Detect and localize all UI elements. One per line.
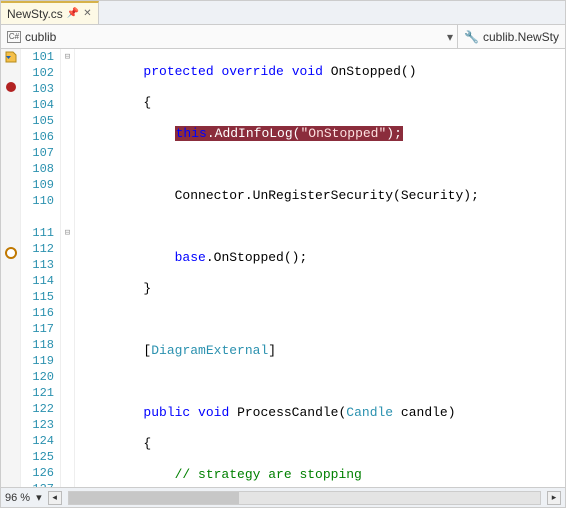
scroll-right-button[interactable]: ▸ bbox=[547, 491, 561, 505]
line-number: 103 bbox=[21, 81, 54, 97]
tab-filename: NewSty.cs bbox=[7, 7, 63, 21]
line-number: 104 bbox=[21, 97, 54, 113]
line-number: 115 bbox=[21, 289, 54, 305]
line-number: 122 bbox=[21, 401, 54, 417]
line-number: 101 bbox=[21, 49, 54, 65]
fold-margin: ⊟ ⊟ bbox=[61, 49, 75, 487]
code-content[interactable]: protected override void OnStopped() { th… bbox=[75, 49, 565, 487]
file-tab[interactable]: NewSty.cs 📌 ✕ bbox=[1, 1, 99, 24]
line-number: 124 bbox=[21, 433, 54, 449]
line-number: 125 bbox=[21, 449, 54, 465]
line-number: 121 bbox=[21, 385, 54, 401]
nav-dropdown-bar: C# cublib ▾ 🔧 cublib.NewSty bbox=[1, 25, 565, 49]
line-number: 107 bbox=[21, 145, 54, 161]
wrench-icon: 🔧 bbox=[464, 30, 479, 44]
line-number: 120 bbox=[21, 369, 54, 385]
horizontal-scrollbar[interactable] bbox=[68, 491, 541, 505]
line-number: 105 bbox=[21, 113, 54, 129]
glyph-margin bbox=[1, 49, 21, 487]
line-number: 109 bbox=[21, 177, 54, 193]
highlighted-statement: this.AddInfoLog("OnStopped"); bbox=[175, 126, 403, 141]
line-number: 113 bbox=[21, 257, 54, 273]
breakpoint-icon[interactable] bbox=[6, 82, 16, 92]
current-line-icon[interactable] bbox=[5, 247, 17, 259]
code-editor[interactable]: 101 102 103 104 105 106 107 108 109 110 … bbox=[1, 49, 565, 487]
line-number: 106 bbox=[21, 129, 54, 145]
status-bar: 96 % ▾ ◂ ▸ bbox=[1, 487, 565, 507]
line-number: 112 bbox=[21, 241, 54, 257]
line-number: 119 bbox=[21, 353, 54, 369]
fold-toggle[interactable]: ⊟ bbox=[61, 49, 74, 65]
line-number: 126 bbox=[21, 465, 54, 481]
namespace-label: cublib bbox=[25, 30, 56, 44]
line-number-gutter: 101 102 103 104 105 106 107 108 109 110 … bbox=[21, 49, 61, 487]
namespace-dropdown-arrow[interactable]: ▾ bbox=[62, 30, 457, 44]
line-number: 110 bbox=[21, 193, 54, 209]
fold-toggle[interactable]: ⊟ bbox=[61, 225, 74, 241]
line-number: 111 bbox=[21, 225, 54, 241]
bookmark-icon[interactable] bbox=[5, 51, 17, 63]
class-label: cublib.NewSty bbox=[483, 30, 559, 44]
line-number: 102 bbox=[21, 65, 54, 81]
pin-icon[interactable]: 📌 bbox=[67, 8, 79, 19]
line-number: 108 bbox=[21, 161, 54, 177]
line-number: 117 bbox=[21, 321, 54, 337]
close-icon[interactable]: ✕ bbox=[83, 8, 91, 19]
chevron-down-icon: ▾ bbox=[447, 30, 453, 44]
tab-bar: NewSty.cs 📌 ✕ bbox=[1, 1, 565, 25]
line-number: 123 bbox=[21, 417, 54, 433]
zoom-level[interactable]: 96 % bbox=[5, 492, 30, 504]
class-dropdown[interactable]: 🔧 cublib.NewSty bbox=[457, 25, 565, 48]
line-number: 118 bbox=[21, 337, 54, 353]
chevron-down-icon[interactable]: ▾ bbox=[36, 491, 42, 504]
line-number: 116 bbox=[21, 305, 54, 321]
namespace-dropdown[interactable]: C# cublib bbox=[1, 25, 62, 48]
csharp-icon: C# bbox=[7, 31, 21, 43]
line-number: 114 bbox=[21, 273, 54, 289]
scroll-left-button[interactable]: ◂ bbox=[48, 491, 62, 505]
scrollbar-thumb[interactable] bbox=[69, 492, 239, 504]
